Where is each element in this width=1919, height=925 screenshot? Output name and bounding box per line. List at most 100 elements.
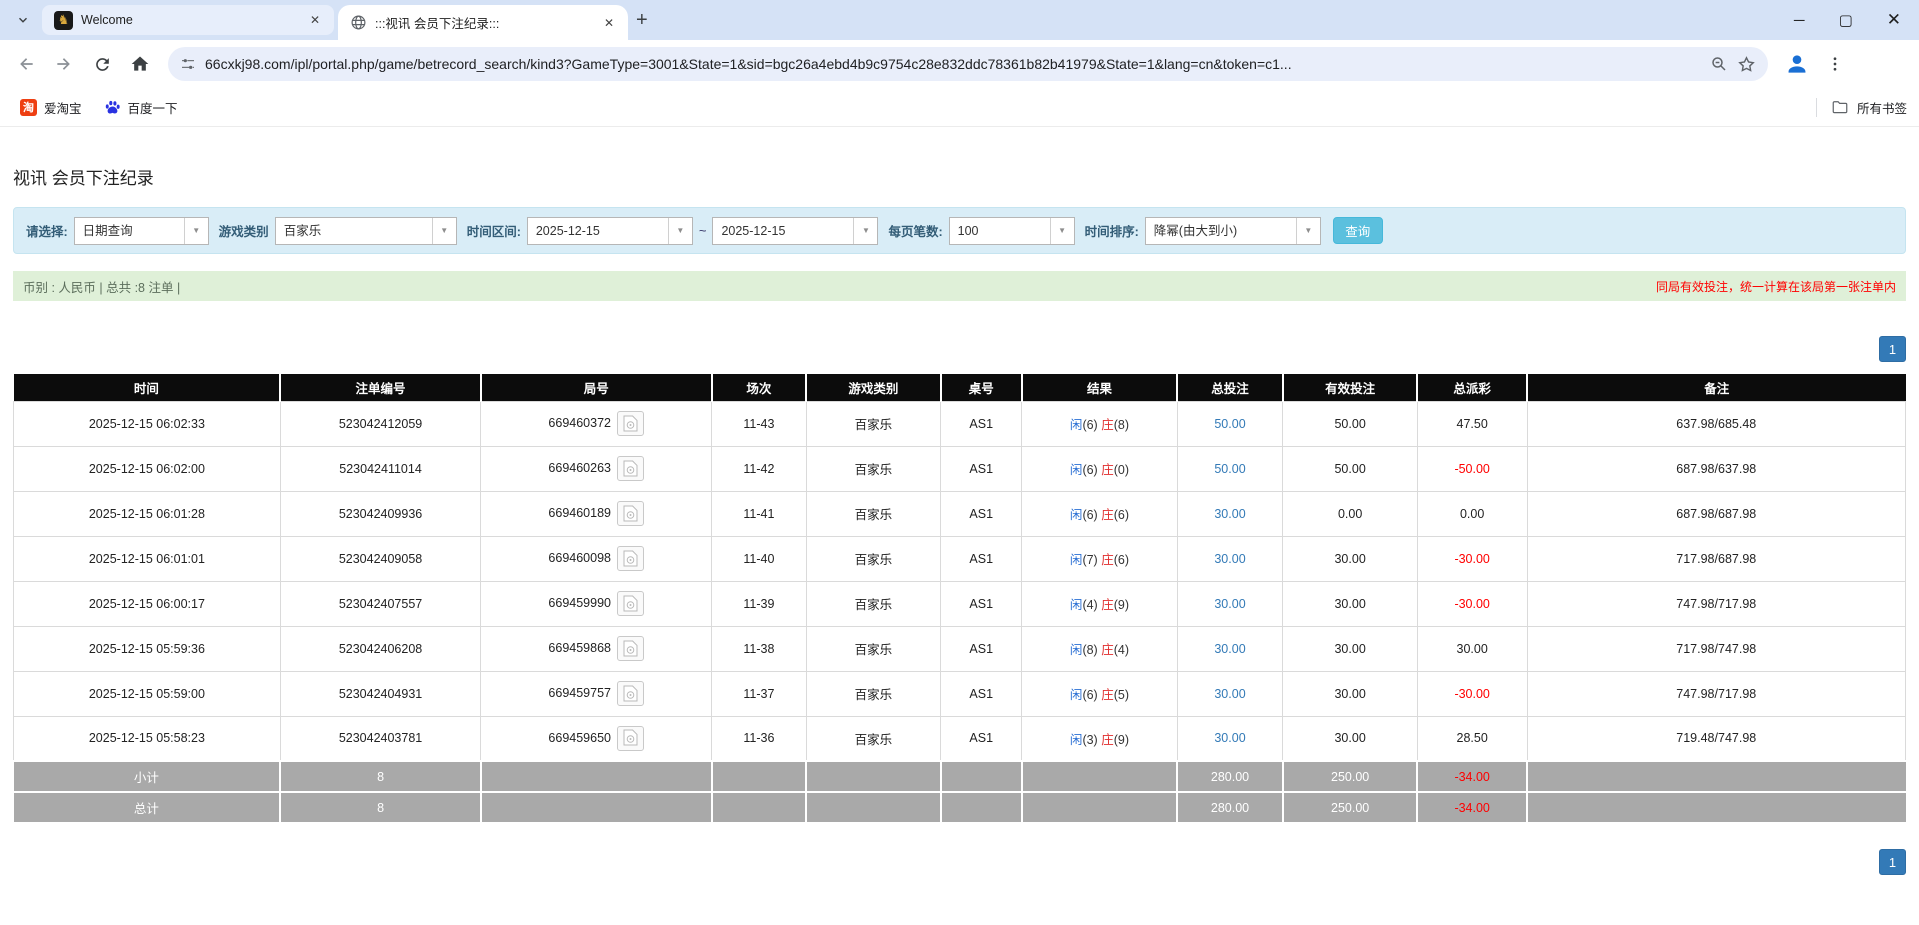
total-row-cell-11 <box>1527 792 1905 823</box>
cell-remark: 747.98/717.98 <box>1527 671 1905 716</box>
back-button[interactable] <box>10 48 42 80</box>
query-type-select[interactable]: 日期查询 ▼ <box>74 217 209 245</box>
cell-total-bet[interactable]: 30.00 <box>1177 491 1283 536</box>
cell-valid-bet: 30.00 <box>1283 626 1417 671</box>
video-replay-button[interactable] <box>617 501 644 526</box>
cell-remark: 717.98/747.98 <box>1527 626 1905 671</box>
cell-round: 669459650 <box>481 716 712 761</box>
site-settings-icon[interactable] <box>180 56 196 72</box>
column-header-2: 注单编号 <box>280 374 481 401</box>
result-player-label: 闲 <box>1070 688 1083 702</box>
round-number: 669460098 <box>548 551 611 565</box>
new-tab-button[interactable]: + <box>636 9 648 32</box>
range-separator: ~ <box>699 223 707 238</box>
cell-payout: 30.00 <box>1417 626 1527 671</box>
search-button[interactable]: 查询 <box>1333 217 1383 244</box>
game-type-select[interactable]: 百家乐 ▼ <box>275 217 457 245</box>
video-file-icon <box>623 729 638 746</box>
bookmark-star-icon[interactable] <box>1737 55 1756 74</box>
chevron-down-icon[interactable]: ▼ <box>853 218 877 244</box>
cell-total-bet[interactable]: 30.00 <box>1177 536 1283 581</box>
result-player-score: (6) <box>1082 418 1097 432</box>
cell-session: 11-37 <box>712 671 807 716</box>
cell-total-bet[interactable]: 50.00 <box>1177 446 1283 491</box>
window-minimize-icon[interactable]: ─ <box>1794 12 1805 29</box>
all-bookmarks-label: 所有书签 <box>1857 98 1907 117</box>
column-header-3: 局号 <box>481 374 712 401</box>
chevron-down-icon[interactable]: ▼ <box>432 218 456 244</box>
page-1-button[interactable]: 1 <box>1879 849 1906 875</box>
window-close-icon[interactable]: ✕ <box>1887 10 1901 30</box>
cell-table-no: AS1 <box>941 716 1022 761</box>
round-number: 669459868 <box>548 641 611 655</box>
zoom-icon[interactable] <box>1710 55 1728 73</box>
result-banker-score: (6) <box>1114 553 1129 567</box>
forward-button[interactable] <box>48 48 80 80</box>
tab-welcome[interactable]: ♞ Welcome ✕ <box>42 5 334 35</box>
home-button[interactable] <box>124 48 156 80</box>
cell-result: 闲(4) 庄(9) <box>1022 581 1177 626</box>
cell-total-bet[interactable]: 50.00 <box>1177 401 1283 446</box>
cell-valid-bet: 50.00 <box>1283 446 1417 491</box>
video-file-icon <box>623 640 638 657</box>
cell-game-type: 百家乐 <box>806 536 940 581</box>
video-replay-button[interactable] <box>617 591 644 616</box>
total-row-cell-5 <box>806 792 940 823</box>
cell-total-bet[interactable]: 30.00 <box>1177 581 1283 626</box>
tab-close-icon[interactable]: ✕ <box>600 14 618 32</box>
result-banker-score: (4) <box>1114 643 1129 657</box>
tab-close-icon[interactable]: ✕ <box>306 11 324 29</box>
video-replay-button[interactable] <box>617 636 644 661</box>
window-maximize-icon[interactable]: ▢ <box>1839 11 1853 29</box>
subtotal-row-cell-11 <box>1527 761 1905 792</box>
cell-time: 2025-12-15 05:59:00 <box>14 671 281 716</box>
tab-betrecord[interactable]: :::视讯 会员下注纪录::: ✕ <box>338 5 628 40</box>
time-sort-select[interactable]: 降幂(由大到小) ▼ <box>1145 217 1321 245</box>
video-replay-button[interactable] <box>617 681 644 706</box>
chevron-down-icon[interactable]: ▼ <box>1296 218 1320 244</box>
video-replay-button[interactable] <box>617 411 644 436</box>
page-1-button[interactable]: 1 <box>1879 336 1906 362</box>
cell-bet-id: 523042407557 <box>280 581 481 626</box>
table-row: 2025-12-15 06:02:00523042411014669460263… <box>14 446 1906 491</box>
column-header-5: 游戏类别 <box>806 374 940 401</box>
refresh-button[interactable] <box>86 48 118 80</box>
column-header-10: 总派彩 <box>1417 374 1527 401</box>
result-player-label: 闲 <box>1070 463 1083 477</box>
bookmark-aitaobao[interactable]: 淘 爱淘宝 <box>12 94 90 121</box>
result-player-score: (3) <box>1082 733 1097 747</box>
video-replay-button[interactable] <box>617 546 644 571</box>
cell-total-bet[interactable]: 30.00 <box>1177 671 1283 716</box>
date-range-label: 时间区间: <box>467 221 521 240</box>
profile-avatar-icon[interactable] <box>1784 51 1810 77</box>
column-header-9: 有效投注 <box>1283 374 1417 401</box>
bookmark-baidu[interactable]: 百度一下 <box>96 94 186 121</box>
bet-records-table: 时间注单编号局号场次游戏类别桌号结果总投注有效投注总派彩备注 2025-12-1… <box>13 374 1906 824</box>
globe-icon <box>350 14 367 31</box>
date-from-select[interactable]: 2025-12-15 ▼ <box>527 217 693 245</box>
cell-total-bet[interactable]: 30.00 <box>1177 716 1283 761</box>
cell-total-bet[interactable]: 30.00 <box>1177 626 1283 671</box>
notice-text: 同局有效投注，统一计算在该局第一张注单内 <box>1656 278 1896 295</box>
bookmark-label: 爱淘宝 <box>44 98 82 117</box>
cell-table-no: AS1 <box>941 581 1022 626</box>
result-banker-label: 庄 <box>1101 643 1114 657</box>
tab-search-button[interactable] <box>10 7 36 33</box>
url-bar[interactable]: 66cxkj98.com/ipl/portal.php/game/betreco… <box>168 47 1768 81</box>
url-text[interactable]: 66cxkj98.com/ipl/portal.php/game/betreco… <box>205 56 1701 72</box>
chevron-down-icon[interactable]: ▼ <box>184 218 208 244</box>
chevron-down-icon[interactable]: ▼ <box>668 218 692 244</box>
video-replay-button[interactable] <box>617 456 644 481</box>
date-to-select[interactable]: 2025-12-15 ▼ <box>712 217 878 245</box>
cell-bet-id: 523042403781 <box>280 716 481 761</box>
summary-bar: 币别 : 人民币 | 总共 :8 注单 | 同局有效投注，统一计算在该局第一张注… <box>13 271 1906 301</box>
cell-session: 11-43 <box>712 401 807 446</box>
chevron-down-icon[interactable]: ▼ <box>1050 218 1074 244</box>
cell-valid-bet: 0.00 <box>1283 491 1417 536</box>
video-replay-button[interactable] <box>617 726 644 751</box>
cell-remark: 687.98/637.98 <box>1527 446 1905 491</box>
cell-remark: 687.98/687.98 <box>1527 491 1905 536</box>
all-bookmarks[interactable]: 所有书签 <box>1816 98 1907 117</box>
page-size-select[interactable]: 100 ▼ <box>949 217 1075 245</box>
menu-dots-icon[interactable] <box>1826 55 1844 73</box>
